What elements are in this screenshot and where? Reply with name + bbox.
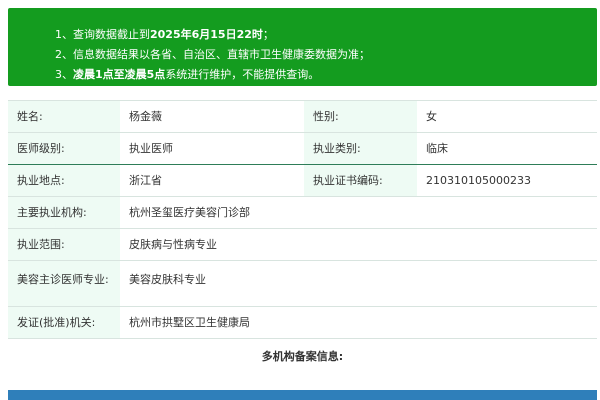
notice-line-2: 2、信息数据结果以各省、自治区、直辖市卫生健康委数据为准； [55, 48, 370, 61]
location-value: 浙江省 [120, 164, 304, 197]
notice-line-3-suffix: 系统进行维护，不能提供查询。 [165, 68, 320, 81]
notice-line-1-date: 2025年6月15日22时 [150, 28, 263, 41]
cert-value: 210310105000233 [417, 164, 597, 197]
cosmetic-value: 美容皮肤科专业 [120, 260, 597, 307]
scope-label: 执业范围: [8, 228, 120, 261]
institution-value: 杭州圣玺医疗美容门诊部 [120, 196, 597, 229]
notice-line-3-bold: 凌晨1点至凌晨5点 [73, 68, 166, 81]
notice-banner: 1、查询数据截止到2025年6月15日22时； 2、信息数据结果以各省、自治区、… [8, 8, 597, 86]
scope-value: 皮肤病与性病专业 [120, 228, 597, 261]
table-row: 执业地点: 浙江省 执业证书编码: 210310105000233 [8, 164, 597, 197]
table-row: 美容主诊医师专业: 美容皮肤科专业 [8, 260, 597, 307]
table-row: 执业范围: 皮肤病与性病专业 [8, 228, 597, 261]
category-label: 执业类别: [304, 132, 417, 165]
level-value: 执业医师 [120, 132, 304, 165]
gender-label: 性别: [304, 100, 417, 133]
table-row: 主要执业机构: 杭州圣玺医疗美容门诊部 [8, 196, 597, 229]
institution-label: 主要执业机构: [8, 196, 120, 229]
notice-line-1-suffix: ； [262, 28, 274, 41]
notice-line-3-prefix: 3、 [55, 68, 73, 81]
name-label: 姓名: [8, 100, 120, 133]
multi-institution-table-header [8, 390, 597, 400]
notice-line-3: 3、凌晨1点至凌晨5点系统进行维护，不能提供查询。 [55, 65, 597, 85]
category-value: 临床 [417, 132, 597, 165]
table-row: 姓名: 杨金薇 性别: 女 [8, 100, 597, 133]
authority-value: 杭州市拱墅区卫生健康局 [120, 306, 597, 339]
gender-value: 女 [417, 100, 597, 133]
level-label: 医师级别: [8, 132, 120, 165]
authority-label: 发证(批准)机关: [8, 306, 120, 339]
multi-institution-title: 多机构备案信息: [261, 350, 344, 363]
cert-label: 执业证书编码: [304, 164, 417, 197]
cosmetic-label: 美容主诊医师专业: [8, 260, 120, 307]
table-row: 发证(批准)机关: 杭州市拱墅区卫生健康局 [8, 306, 597, 339]
location-label: 执业地点: [8, 164, 120, 197]
notice-line-1: 1、查询数据截止到2025年6月15日22时； [55, 25, 597, 45]
table-row: 医师级别: 执业医师 执业类别: 临床 [8, 132, 597, 165]
notice-line-1-prefix: 1、查询数据截止到 [55, 28, 150, 41]
doctor-info-table: 姓名: 杨金薇 性别: 女 医师级别: 执业医师 执业类别: 临床 执业地点: … [8, 100, 597, 339]
name-value: 杨金薇 [120, 100, 304, 133]
